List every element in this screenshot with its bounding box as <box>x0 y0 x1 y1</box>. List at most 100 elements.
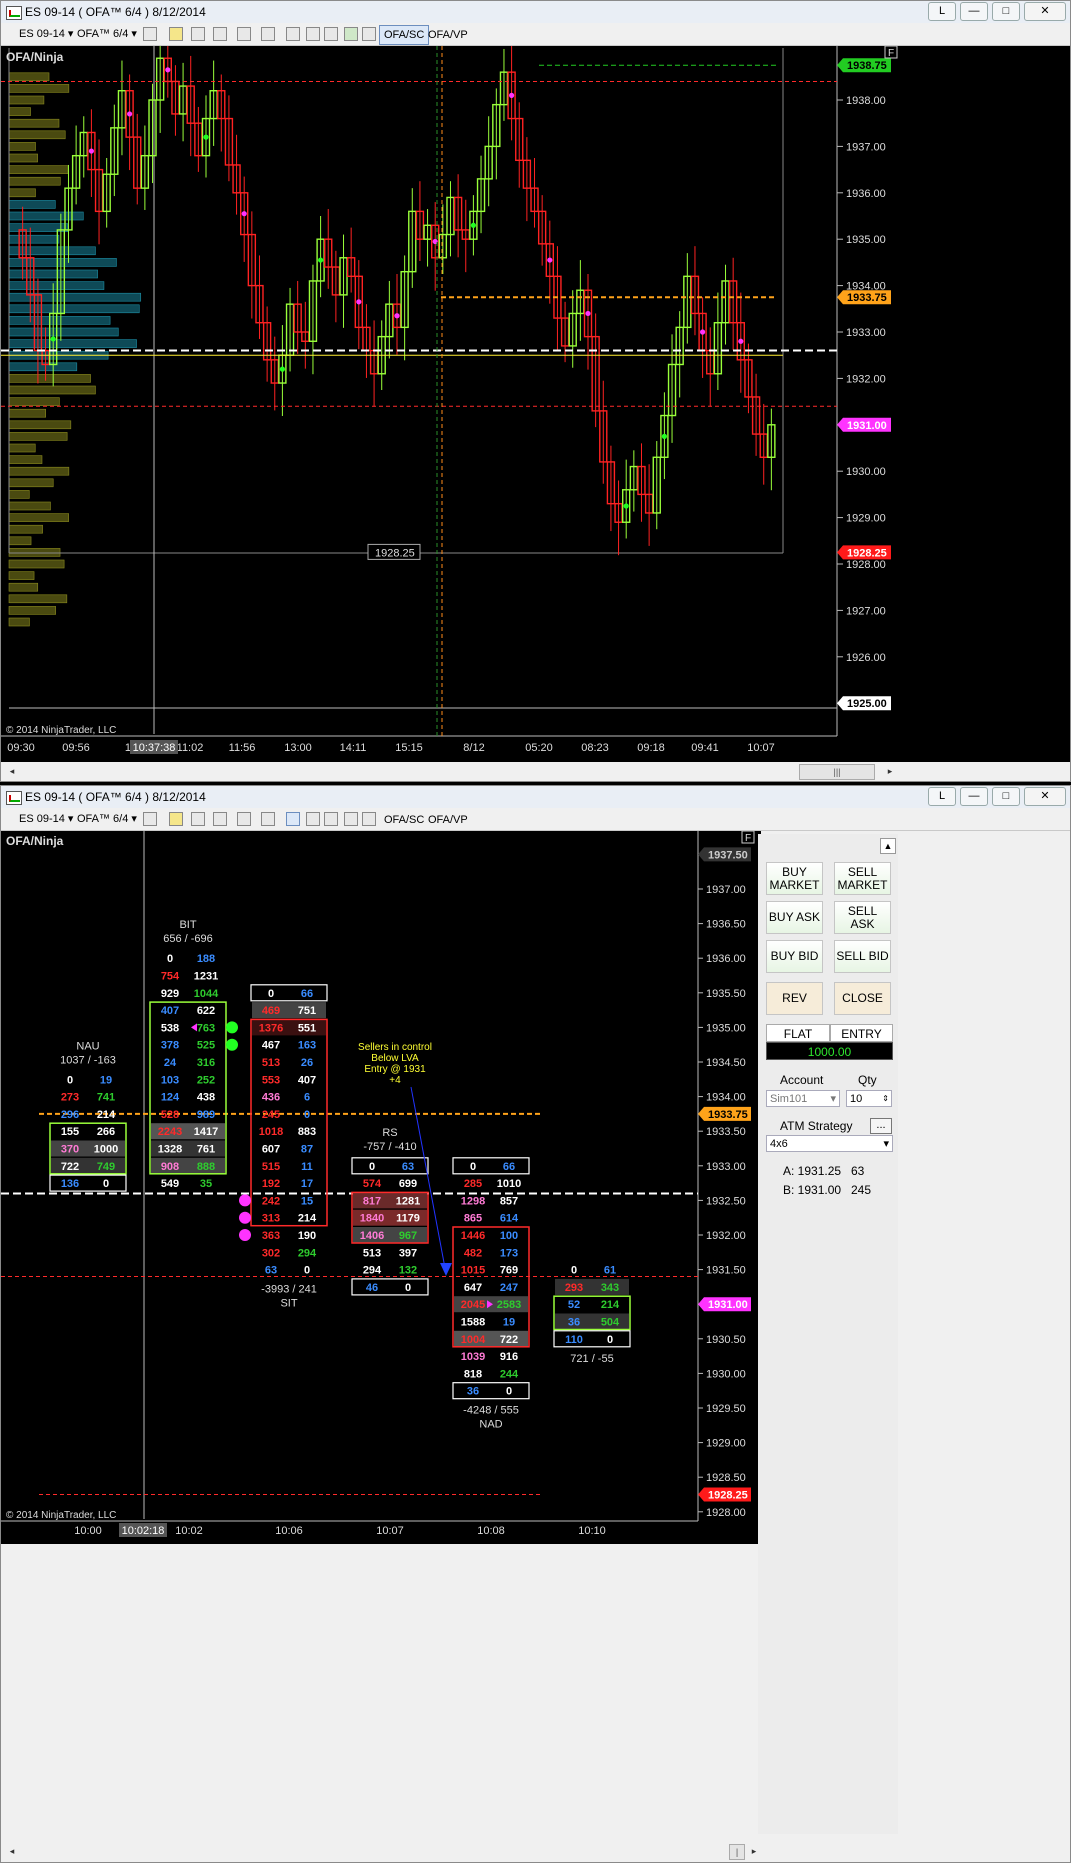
price-chart-top[interactable]: 1928.25 1938.001937.001936.001935.001934… <box>1 46 1071 762</box>
maximize-button[interactable]: □ <box>992 787 1020 806</box>
bid-volume: 1840 <box>360 1213 384 1225</box>
scroll-left-icon[interactable]: ◂ <box>5 764 19 778</box>
price-label: 1937.00 <box>706 884 746 896</box>
sell-market-button[interactable]: SELL MARKET <box>834 862 891 895</box>
price-marker-label: 1928.25 <box>847 547 887 559</box>
scroll-thumb[interactable]: ||| <box>799 764 875 780</box>
buy-bid-button[interactable]: BUY BID <box>766 940 823 973</box>
horizontal-scrollbar[interactable]: ◂ | ▸ <box>1 1842 1070 1860</box>
crosshair-icon[interactable] <box>237 27 251 41</box>
maximize-button[interactable]: □ <box>992 2 1020 21</box>
ofa-sc-button[interactable]: OFA/SC <box>379 810 429 830</box>
title-bar[interactable]: ES 09-14 ( OFA™ 6/4 ) 8/12/2014 L — □ ✕ <box>1 1 1070 24</box>
zoom-icon[interactable] <box>261 812 275 826</box>
chart-icon[interactable] <box>324 812 338 826</box>
dollar-icon[interactable] <box>344 27 358 41</box>
price-label: 1930.00 <box>846 466 886 478</box>
period-select[interactable]: OFA™ 6/4 ▾ <box>77 811 137 827</box>
window-title: ES 09-14 ( OFA™ 6/4 ) 8/12/2014 <box>25 5 206 19</box>
atm-options-button[interactable]: ... <box>870 1118 892 1134</box>
close-button[interactable]: ✕ <box>1024 2 1066 21</box>
panel-collapse-icon[interactable]: ▲ <box>880 838 896 854</box>
crosshair-icon[interactable] <box>237 812 251 826</box>
price-label: 1926.00 <box>846 652 886 664</box>
ask-volume: 1179 <box>396 1213 420 1225</box>
scroll-left-icon[interactable]: ◂ <box>5 1844 19 1858</box>
qty-input[interactable]: 10 ⇕ <box>846 1090 892 1107</box>
bars-icon[interactable] <box>143 27 157 41</box>
ask-volume: 857 <box>500 1195 518 1207</box>
profile-bar <box>8 281 105 290</box>
time-label: 10:00 <box>74 1525 102 1537</box>
minimize-button[interactable]: L <box>928 787 956 806</box>
scroll-thumb[interactable]: | <box>729 1844 745 1860</box>
chart-icon[interactable] <box>324 27 338 41</box>
scroll-right-icon[interactable]: ▸ <box>883 764 897 778</box>
bid-volume: 865 <box>464 1213 482 1225</box>
draw-pencil-icon[interactable] <box>169 812 183 826</box>
minimize-button[interactable]: L <box>928 2 956 21</box>
ask-volume: 438 <box>197 1092 215 1104</box>
period-select[interactable]: OFA™ 6/4 ▾ <box>77 26 137 42</box>
poc-marker-icon <box>191 1023 197 1032</box>
sell-ask-button[interactable]: SELL ASK <box>834 901 891 934</box>
ofa-sc-button[interactable]: OFA/SC <box>379 25 430 45</box>
data-box-icon[interactable] <box>306 27 320 41</box>
ask-volume: 61 <box>604 1265 616 1277</box>
bid-volume: 1018 <box>259 1126 283 1138</box>
properties-icon[interactable] <box>362 812 376 826</box>
minimize-icon[interactable]: — <box>960 2 988 21</box>
time-label: 10:08 <box>477 1525 505 1537</box>
price-marker-label: 1925.00 <box>847 698 887 710</box>
time-label: 15:15 <box>395 742 423 754</box>
atm-strategy-select[interactable]: 4x6 ▾ <box>766 1135 893 1152</box>
footprint-chart[interactable]: 0 19273 741296 214155 266370 1000722 749136 0NA… <box>1 831 761 1544</box>
minimize-icon[interactable]: — <box>960 787 988 806</box>
page-icon[interactable] <box>344 812 358 826</box>
buy-ask-button[interactable]: BUY ASK <box>766 901 823 934</box>
horizontal-scrollbar[interactable]: ◂ ||| ▸ <box>1 762 1070 780</box>
ask-volume: 1417 <box>194 1126 218 1138</box>
add-icon[interactable] <box>191 812 205 826</box>
inner-price-label: 1928.25 <box>375 547 415 559</box>
split-icon[interactable] <box>286 812 300 826</box>
remove-icon[interactable] <box>213 812 227 826</box>
sell-bid-button[interactable]: SELL BID <box>834 940 891 973</box>
draw-pencil-icon[interactable] <box>169 27 183 41</box>
price-label: 1928.00 <box>846 559 886 571</box>
properties-icon[interactable] <box>362 27 376 41</box>
split-icon[interactable] <box>286 27 300 41</box>
signal-dot <box>470 222 476 228</box>
pattern-label: BIT <box>179 919 196 931</box>
add-icon[interactable] <box>191 27 205 41</box>
ask-volume: 1000 <box>94 1144 118 1156</box>
profile-bar <box>8 374 91 383</box>
data-box-icon[interactable] <box>306 812 320 826</box>
profile-bar <box>8 478 54 488</box>
bars-icon[interactable] <box>143 812 157 826</box>
remove-icon[interactable] <box>213 27 227 41</box>
reverse-button[interactable]: REV <box>766 982 823 1015</box>
annotation-line-2: Below LVA <box>371 1053 419 1064</box>
bid-volume: 313 <box>262 1213 280 1225</box>
buy-market-button[interactable]: BUY MARKET <box>766 862 823 895</box>
bid-volume: 0 <box>369 1161 375 1173</box>
instrument-select[interactable]: ES 09-14 ▾ <box>19 811 73 827</box>
close-position-button[interactable]: CLOSE <box>834 982 891 1015</box>
ask-volume: 190 <box>298 1230 316 1242</box>
ask-volume: 294 <box>298 1247 317 1259</box>
ofa-vp-button[interactable]: OFA/VP <box>423 810 473 830</box>
profile-bar <box>8 513 69 522</box>
signal-dot <box>239 1229 251 1241</box>
bid-volume: 0 <box>470 1161 476 1173</box>
instrument-select[interactable]: ES 09-14 ▾ <box>19 26 73 42</box>
ask-volume: 252 <box>197 1074 215 1086</box>
scroll-right-icon[interactable]: ▸ <box>747 1844 761 1858</box>
close-button[interactable]: ✕ <box>1024 787 1066 806</box>
zoom-icon[interactable] <box>261 27 275 41</box>
profile-bar <box>8 606 56 615</box>
bid-volume: 46 <box>366 1282 378 1294</box>
account-select[interactable]: Sim101 ▾ <box>766 1090 840 1107</box>
title-bar[interactable]: ES 09-14 ( OFA™ 6/4 ) 8/12/2014 L — □ ✕ <box>1 786 1070 809</box>
ofa-vp-button[interactable]: OFA/VP <box>423 25 473 45</box>
